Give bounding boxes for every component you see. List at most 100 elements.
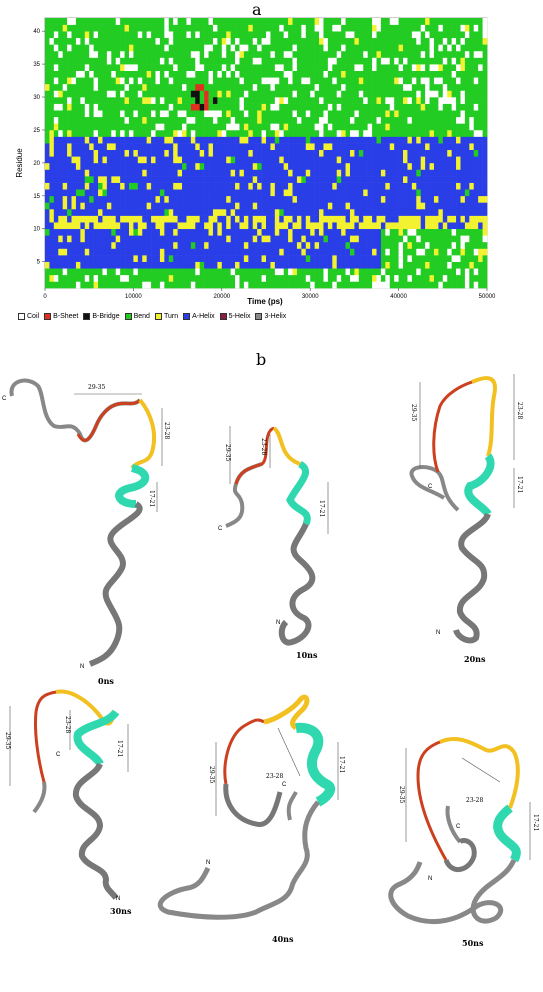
cell-a-helix: [128, 189, 134, 197]
cell-turn: [341, 222, 346, 230]
cell-a-helix: [80, 241, 86, 249]
cell-bend: [49, 70, 55, 78]
cell-a-helix: [398, 189, 404, 197]
cell-turn: [217, 90, 223, 98]
cell-bend: [469, 83, 475, 91]
cell-a-helix: [261, 261, 267, 269]
cell-bend: [120, 103, 125, 111]
cell-a-helix: [146, 143, 152, 151]
cell-bend: [460, 261, 466, 269]
cell-bend: [230, 129, 236, 137]
segment-label-23-28-20ns: 23-28: [516, 402, 523, 419]
cell-bend: [190, 241, 196, 249]
cell-bend: [155, 24, 161, 32]
cell-bend: [283, 83, 289, 91]
cell-b-bridge: [190, 90, 196, 98]
cell-a-helix: [159, 143, 165, 151]
cell-bend: [115, 70, 121, 78]
cell-a-helix: [288, 162, 293, 170]
cell-bend: [407, 77, 413, 85]
cell-a-helix: [292, 261, 298, 269]
cell-bend: [53, 50, 59, 58]
cell-a-helix: [115, 261, 121, 269]
y-tick-label: 20: [33, 161, 40, 167]
cell-bend: [292, 70, 298, 78]
cell-bend: [456, 50, 461, 58]
cell-coil: [168, 57, 174, 65]
cell-bend: [151, 44, 156, 52]
cell-bend: [230, 70, 236, 78]
cell-bend: [226, 77, 231, 85]
cell-a-helix: [120, 255, 125, 262]
cell-a-helix: [248, 169, 254, 177]
cell-a-helix: [49, 261, 55, 269]
cell-bend: [469, 18, 475, 25]
cell-coil: [385, 248, 391, 256]
cell-a-helix: [341, 241, 346, 249]
cell-bend: [327, 281, 333, 289]
cell-a-helix: [177, 149, 183, 157]
cell-bend: [349, 103, 355, 111]
cell-turn: [389, 222, 395, 230]
cell-bend: [106, 97, 112, 104]
cell-bend: [319, 57, 324, 65]
cell-a-helix: [128, 208, 134, 216]
cell-bend: [243, 77, 249, 85]
cell-turn: [190, 215, 196, 223]
cell-bend: [274, 24, 280, 32]
cell-a-helix: [363, 202, 368, 210]
cell-bend: [133, 97, 139, 104]
cell-bend: [451, 281, 457, 289]
cell-a-helix: [230, 235, 236, 243]
cell-coil: [182, 83, 187, 91]
cell-turn: [482, 228, 488, 236]
cell-a-helix: [327, 261, 333, 269]
cell-bend: [310, 70, 315, 78]
cell-turn: [292, 195, 298, 203]
cell-bend: [146, 83, 152, 91]
cell-a-helix: [151, 248, 156, 256]
cell-turn: [133, 149, 139, 157]
cell-bend: [420, 241, 426, 249]
cell-bend: [403, 31, 408, 39]
cell-a-helix: [425, 208, 430, 216]
cell-coil: [341, 18, 346, 25]
cell-a-helix: [235, 255, 240, 262]
cell-bend: [336, 110, 342, 118]
cell-a-helix: [460, 222, 466, 230]
cell-bend: [305, 31, 311, 39]
cell-bend: [469, 281, 475, 289]
cell-bend: [80, 110, 86, 118]
cell-bend: [323, 57, 329, 65]
cell-a-helix: [186, 202, 192, 210]
cell-coil: [124, 64, 130, 71]
cell-turn: [336, 169, 342, 177]
cell-a-helix: [124, 255, 130, 262]
cell-a-helix: [128, 235, 134, 243]
cell-a-helix: [133, 241, 139, 249]
cell-bend: [464, 103, 470, 111]
cell-a-helix: [221, 261, 227, 269]
cell-bend: [367, 37, 373, 45]
cell-coil: [274, 123, 280, 131]
cell-bend: [292, 97, 298, 104]
cell-bend: [133, 70, 139, 78]
cell-coil: [367, 129, 373, 137]
cell-bend: [45, 129, 50, 137]
cell-bend: [372, 44, 377, 52]
cell-bend: [358, 274, 364, 282]
cell-bend: [239, 116, 245, 124]
cell-bend: [310, 116, 315, 124]
cell-turn: [248, 182, 254, 190]
cell-coil: [407, 255, 413, 262]
cell-a-helix: [212, 261, 218, 269]
cell-coil: [464, 268, 470, 276]
cell-bend: [270, 31, 276, 39]
cell-bend: [155, 103, 161, 111]
cell-coil: [274, 64, 280, 71]
cell-bend: [385, 129, 391, 137]
cell-a-helix: [482, 208, 488, 216]
cell-turn: [358, 77, 364, 85]
cell-coil: [93, 110, 99, 118]
cell-coil: [120, 274, 125, 282]
